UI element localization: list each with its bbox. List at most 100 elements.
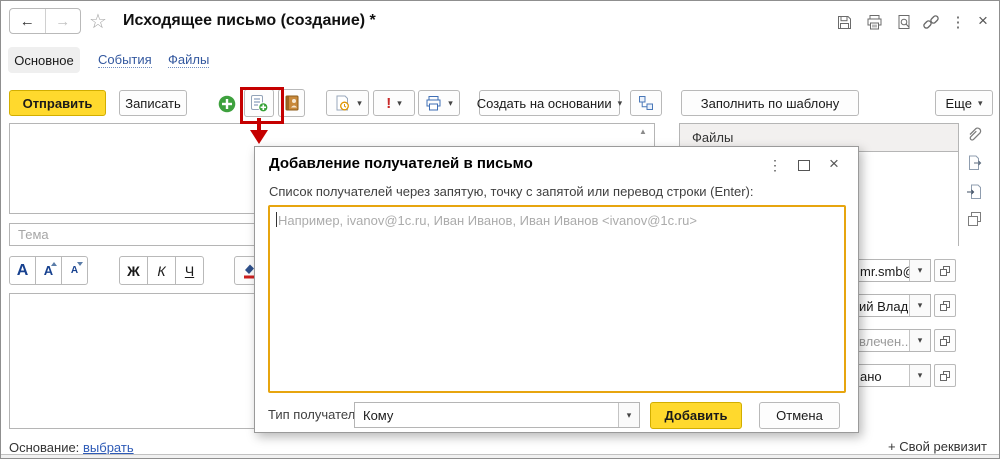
history-nav: ← → — [9, 8, 81, 34]
forward-button[interactable]: → — [46, 9, 81, 33]
base-select-link[interactable]: выбрать — [83, 440, 134, 455]
state-open-button[interactable] — [934, 364, 956, 387]
text-caret — [276, 212, 277, 227]
author-dropdown-button[interactable]: ▾ — [909, 295, 930, 316]
dialog-close-icon[interactable]: × — [825, 154, 843, 174]
create-based-on-button[interactable]: Создать на основании ▾ — [476, 90, 623, 116]
outgoing-email-window: ← → ☆ Исходящее письмо (создание) * ⋮ × … — [0, 0, 1000, 459]
state-dropdown-button[interactable]: ▾ — [909, 365, 930, 386]
print-blue-icon — [426, 95, 441, 110]
decrease-icon — [77, 262, 83, 266]
font-bold-a-button[interactable]: А — [9, 256, 36, 285]
create-based-on-label: Создать на основании — [476, 95, 612, 111]
account-field-value: mr.smb@ — [860, 264, 916, 279]
forward-icon: → — [55, 12, 71, 30]
chevron-down-icon: ▾ — [917, 265, 923, 275]
chevron-down-icon: ▾ — [397, 97, 402, 108]
chevron-down-icon: ▾ — [617, 97, 623, 108]
add-icon[interactable] — [214, 92, 240, 115]
attach-file-icon[interactable] — [964, 124, 986, 146]
account-dropdown-button[interactable]: ▾ — [909, 260, 930, 281]
chevron-down-icon: ▾ — [917, 335, 923, 345]
font-increase-button[interactable]: А — [35, 256, 62, 285]
add-recipients-icon — [251, 95, 269, 113]
address-book-button[interactable] — [278, 89, 305, 117]
dialog-title: Добавление получателей в письмо — [269, 155, 533, 172]
open-window-icon — [940, 300, 950, 311]
underline-button[interactable]: Ч — [175, 256, 204, 285]
schedule-split-button[interactable]: ▾ — [326, 90, 369, 116]
dialog-maximize-icon[interactable] — [795, 156, 813, 174]
page-title: Исходящее письмо (создание) * — [123, 12, 376, 29]
related-documents-button[interactable] — [630, 90, 662, 116]
open-window-icon — [940, 265, 950, 276]
save-icon[interactable] — [833, 11, 855, 33]
cancel-button[interactable]: Отмена — [759, 402, 840, 429]
recipient-type-dropdown-button[interactable]: ▾ — [618, 403, 639, 427]
status-field-value: влечен... — [859, 334, 913, 349]
chevron-down-icon: ▾ — [917, 370, 923, 380]
related-documents-icon — [639, 96, 653, 110]
custom-attribute-link[interactable]: + Свой реквизит — [888, 439, 987, 454]
font-a-label: А — [70, 265, 79, 276]
bold-button[interactable]: Ж — [119, 256, 148, 285]
recipients-textarea[interactable] — [268, 205, 846, 393]
tab-main[interactable]: Основное — [8, 47, 80, 73]
tab-files[interactable]: Файлы — [168, 52, 210, 68]
open-window-icon — [940, 335, 950, 346]
more-menu-icon[interactable]: ⋮ — [949, 11, 967, 33]
status-open-button[interactable] — [934, 329, 956, 352]
recipient-type-label: Тип получателя: — [268, 407, 366, 422]
print-icon[interactable] — [863, 11, 885, 33]
preview-icon[interactable] — [893, 11, 915, 33]
print-split-button[interactable]: ▾ — [418, 90, 460, 116]
recipient-type-combo[interactable]: Кому ▾ — [354, 402, 640, 428]
chevron-down-icon: ▾ — [357, 97, 362, 108]
fill-by-template-button[interactable]: Заполнить по шаблону — [681, 90, 859, 116]
export-file-icon[interactable] — [965, 153, 985, 173]
add-recipients-button[interactable] — [244, 89, 274, 117]
font-decrease-button[interactable]: А — [61, 256, 88, 285]
back-button[interactable]: ← — [10, 9, 46, 33]
recipient-type-value: Кому — [363, 408, 394, 423]
more-button-label: Еще — [945, 95, 972, 111]
back-icon: ← — [19, 12, 35, 30]
italic-label: К — [157, 262, 166, 279]
importance-icon: ! — [386, 94, 392, 112]
state-field-value: ано — [860, 369, 882, 384]
dialog-hint: Список получателей через запятую, точку … — [269, 184, 754, 199]
address-book-icon — [285, 95, 298, 111]
chevron-down-icon: ▾ — [917, 300, 923, 310]
add-button[interactable]: Добавить — [650, 402, 742, 429]
send-button[interactable]: Отправить — [9, 90, 106, 116]
text-format-group: Ж К Ч — [119, 256, 204, 285]
dialog-more-icon[interactable]: ⋮ — [767, 156, 783, 174]
favorite-star-icon[interactable]: ☆ — [89, 9, 107, 34]
doc-clock-icon — [336, 95, 350, 111]
import-file-icon[interactable] — [965, 182, 985, 202]
files-panel-title: Файлы — [692, 130, 734, 145]
account-open-button[interactable] — [934, 259, 956, 282]
status-dropdown-button[interactable]: ▾ — [909, 330, 930, 351]
underline-label: Ч — [184, 262, 195, 279]
base-label: Основание: — [9, 440, 80, 455]
tab-main-label: Основное — [14, 52, 74, 68]
author-field-value: ий Влади — [859, 299, 916, 314]
bottom-strip — [1, 455, 999, 458]
chevron-down-icon: ▾ — [626, 409, 632, 420]
tab-events[interactable]: События — [98, 52, 152, 68]
link-icon[interactable] — [920, 11, 942, 33]
italic-button[interactable]: К — [147, 256, 176, 285]
more-button[interactable]: Еще ▾ — [935, 90, 993, 116]
font-style-group: А А А — [9, 256, 88, 285]
add-recipients-dialog: Добавление получателей в письмо ⋮ × Спис… — [254, 146, 859, 433]
bold-label: Ж — [127, 262, 140, 279]
write-button[interactable]: Записать — [119, 90, 187, 116]
copy-icon[interactable] — [966, 210, 984, 228]
scroll-up-icon[interactable]: ▲ — [639, 127, 647, 136]
chevron-down-icon: ▾ — [977, 97, 983, 108]
author-open-button[interactable] — [934, 294, 956, 317]
importance-split-button[interactable]: ! ▾ — [373, 90, 415, 116]
window-close-icon[interactable]: × — [973, 10, 993, 32]
increase-icon — [51, 262, 57, 266]
